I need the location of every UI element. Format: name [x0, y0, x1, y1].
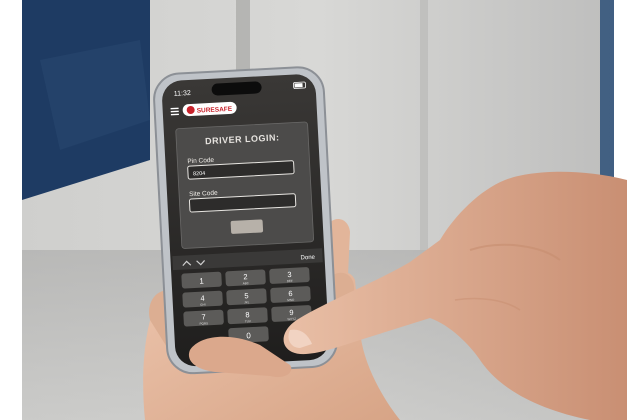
keyboard-done-button[interactable]: Done [300, 255, 315, 262]
login-submit-button[interactable] [230, 219, 264, 234]
svg-text:4: 4 [200, 294, 205, 303]
key-3[interactable]: 3DEF [269, 267, 310, 284]
svg-text:GHI: GHI [200, 302, 206, 306]
key-2[interactable]: 2ABC [225, 269, 266, 287]
svg-text:MNO: MNO [287, 298, 295, 302]
svg-text:JKL: JKL [244, 300, 250, 304]
pin-code-value: 8204 [193, 171, 206, 178]
photo-scene: 11:32 SURESAFE DRIVER LOGIN: Pin Code 82… [0, 0, 627, 420]
status-time: 11:32 [174, 90, 191, 98]
key-4[interactable]: 4GHI [182, 290, 223, 308]
hamburger-menu-icon[interactable] [170, 107, 179, 116]
svg-text:2: 2 [243, 272, 248, 281]
key-6[interactable]: 6MNO [270, 286, 311, 303]
svg-text:PQRS: PQRS [200, 321, 209, 325]
svg-text:TUV: TUV [245, 319, 251, 323]
key-8[interactable]: 8TUV [227, 307, 268, 325]
key-5[interactable]: 5JKL [226, 288, 267, 306]
svg-text:DEF: DEF [287, 279, 293, 283]
svg-text:7: 7 [201, 312, 206, 321]
svg-text:6: 6 [288, 289, 293, 298]
svg-text:5: 5 [244, 291, 249, 300]
key-7[interactable]: 7PQRS [183, 309, 224, 327]
svg-text:ABC: ABC [243, 281, 250, 285]
key-1[interactable]: 1 [181, 271, 222, 289]
svg-text:WXYZ: WXYZ [287, 317, 296, 321]
pin-code-label: Pin Code [187, 157, 214, 165]
svg-text:3: 3 [287, 270, 292, 279]
svg-text:9: 9 [289, 308, 294, 317]
svg-text:8: 8 [245, 310, 250, 319]
